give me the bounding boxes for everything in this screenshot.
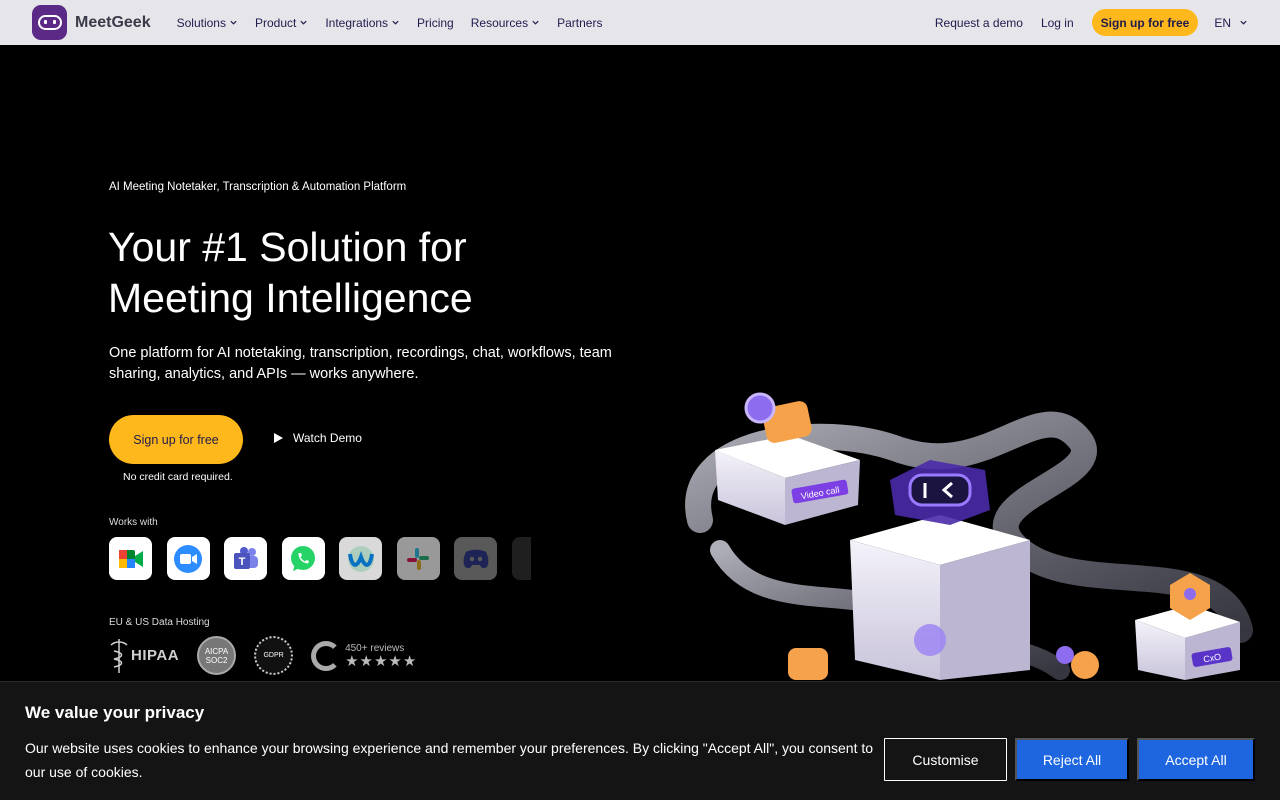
more-app-icon: [511, 537, 531, 580]
watch-demo-button[interactable]: Watch Demo: [273, 431, 362, 445]
top-navigation: MeetGeek Solutions Product Integrations …: [0, 0, 1280, 45]
reject-all-button[interactable]: Reject All: [1015, 738, 1129, 781]
gdpr-text: GDPR: [263, 652, 284, 659]
chevron-down-icon: [392, 20, 399, 25]
caduceus-icon: [110, 638, 128, 673]
headline-line-2: Meeting Intelligence: [108, 275, 473, 321]
watch-demo-label: Watch Demo: [293, 431, 362, 445]
hero-subtext: One platform for AI notetaking, transcri…: [109, 345, 612, 382]
nav-actions: Request a demo Log in Sign up for free E…: [917, 9, 1248, 36]
customise-button[interactable]: Customise: [884, 738, 1007, 781]
nav-item-label: Pricing: [417, 15, 454, 30]
headline-line-1: Your #1 Solution for: [108, 224, 467, 270]
rating-stars: ★★★★★: [345, 652, 418, 670]
main-menu: Solutions Product Integrations Pricing R…: [177, 16, 620, 30]
hero-robot-illustration: Video call CxO: [685, 392, 1253, 680]
nav-item-label: Partners: [557, 15, 603, 30]
google-meet-icon: [109, 537, 152, 580]
nav-item-resources[interactable]: Resources: [471, 16, 540, 30]
reviews-count: 450+ reviews: [345, 642, 405, 654]
chevron-down-icon: [300, 20, 307, 25]
play-icon: [274, 433, 283, 443]
nav-signup-button[interactable]: Sign up for free: [1091, 9, 1199, 36]
chevron-down-icon: [532, 20, 539, 25]
login-link[interactable]: Log in: [1041, 16, 1074, 30]
aicpa-soc2-badge: AICPA SOC2: [197, 636, 237, 675]
svg-text:T: T: [238, 556, 245, 568]
chevron-down-icon: [230, 20, 237, 25]
nav-item-partners[interactable]: Partners: [557, 16, 602, 30]
hipaa-text: HIPAA: [131, 647, 180, 664]
nav-item-label: Product: [254, 15, 297, 30]
g2-reviews-badge: 450+ reviews ★★★★★: [311, 640, 418, 671]
works-with-label: Works with: [109, 517, 158, 528]
cookie-consent-banner: We value your privacy Our website uses c…: [0, 681, 1280, 800]
nav-item-label: Solutions: [176, 15, 226, 30]
g2-logo-icon: [311, 640, 342, 671]
cookie-title: We value your privacy: [25, 703, 205, 722]
nav-item-label: Integrations: [325, 15, 389, 30]
brand-logo[interactable]: MeetGeek: [32, 5, 151, 40]
aicpa-text: AICPA: [204, 646, 229, 656]
cookie-text: Our website uses cookies to enhance your…: [25, 740, 874, 780]
data-hosting-label: EU & US Data Hosting: [109, 617, 210, 628]
whatsapp-icon: [281, 537, 325, 580]
nav-item-product[interactable]: Product: [255, 16, 308, 30]
soc2-text: SOC2: [205, 655, 228, 665]
language-selector[interactable]: EN: [1214, 16, 1248, 30]
slack-icon: [396, 537, 440, 580]
discord-icon: [454, 537, 497, 580]
hipaa-badge: HIPAA: [109, 637, 179, 675]
integration-logos: T: [109, 537, 531, 580]
hero-headline: Your #1 Solution for Meeting Intelligenc…: [108, 222, 668, 324]
microsoft-teams-icon: T: [224, 537, 267, 580]
accept-all-button[interactable]: Accept All: [1137, 738, 1255, 781]
zoom-icon: [166, 537, 210, 580]
no-credit-card-note: No credit card required.: [123, 471, 233, 483]
request-demo-link[interactable]: Request a demo: [935, 16, 1023, 30]
nav-item-integrations[interactable]: Integrations: [325, 16, 400, 30]
hero-eyebrow: AI Meeting Notetaker, Transcription & Au…: [109, 181, 407, 193]
nav-item-solutions[interactable]: Solutions: [177, 16, 238, 30]
nav-item-pricing[interactable]: Pricing: [417, 16, 454, 30]
language-label: EN: [1214, 15, 1231, 30]
compliance-badges: HIPAA AICPA SOC2 GDPR 450+ reviews ★★★★★: [109, 636, 417, 675]
webex-icon: [339, 537, 382, 580]
brand-name: MeetGeek: [75, 13, 151, 31]
chevron-down-icon: [1240, 20, 1247, 25]
hero-signup-button[interactable]: Sign up for free: [109, 415, 243, 464]
gdpr-badge: GDPR: [254, 636, 294, 675]
meetgeek-logo-icon: [32, 5, 67, 40]
nav-item-label: Resources: [470, 15, 529, 30]
